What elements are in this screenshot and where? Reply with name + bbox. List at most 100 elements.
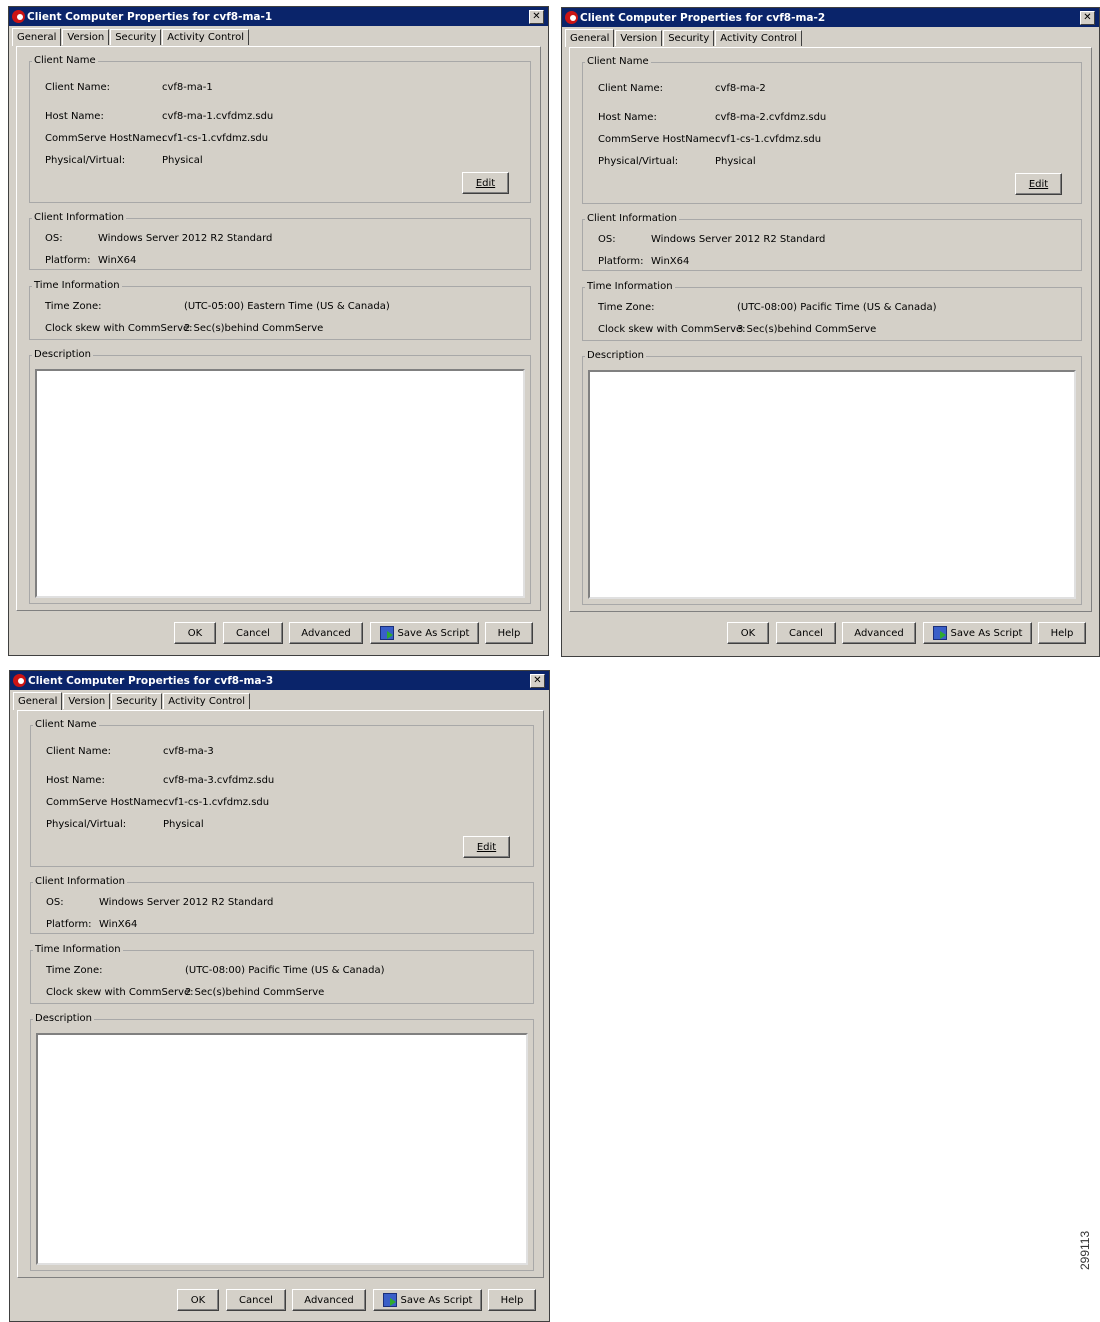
script-icon — [379, 626, 394, 640]
save-as-script-label: Save As Script — [397, 627, 470, 639]
time-info-legend: Time Information — [585, 281, 675, 293]
clock-skew-value: 2 Sec(s)behind CommServe — [185, 987, 325, 998]
commserve-label: CommServe HostName: — [45, 133, 166, 144]
advanced-label: Advanced — [304, 1294, 354, 1306]
cancel-label: Cancel — [236, 627, 270, 639]
clock-skew-label: Clock skew with CommServe: — [46, 987, 194, 998]
title-bar[interactable]: Client Computer Properties for cvf8-ma-1… — [9, 7, 548, 26]
advanced-button[interactable]: Advanced — [289, 622, 363, 644]
description-textarea[interactable] — [588, 370, 1076, 599]
general-panel: Client Name Client Name: cvf8-ma-2 Host … — [569, 47, 1092, 612]
save-as-script-button[interactable]: Save As Script — [370, 622, 479, 644]
tab-activity-control[interactable]: Activity Control — [163, 693, 251, 709]
description-textarea[interactable] — [36, 1033, 528, 1265]
time-info-group: Time Information Time Zone: (UTC-05:00) … — [29, 280, 531, 340]
script-icon — [382, 1293, 397, 1307]
tab-security[interactable]: Security — [663, 30, 715, 46]
cancel-button[interactable]: Cancel — [223, 622, 283, 644]
tab-security[interactable]: Security — [110, 29, 162, 45]
tab-strip: General Version Security Activity Contro… — [12, 27, 250, 46]
client-name-label: Client Name: — [46, 746, 111, 757]
tab-general[interactable]: General — [12, 28, 62, 46]
ok-button[interactable]: OK — [174, 622, 216, 644]
client-name-legend: Client Name — [32, 55, 98, 67]
dialog-cvf8-ma-3: Client Computer Properties for cvf8-ma-3… — [9, 670, 550, 1322]
client-info-legend: Client Information — [585, 213, 680, 225]
window-title: Client Computer Properties for cvf8-ma-1 — [27, 10, 273, 23]
time-zone-value: (UTC-08:00) Pacific Time (US & Canada) — [737, 302, 937, 313]
figure-id: 299113 — [1078, 1230, 1092, 1270]
host-name-label: Host Name: — [46, 775, 105, 786]
close-icon[interactable]: ✕ — [529, 9, 544, 24]
script-icon — [932, 626, 947, 640]
client-name-label: Client Name: — [598, 83, 663, 94]
app-logo-icon — [12, 10, 25, 23]
help-button[interactable]: Help — [485, 622, 533, 644]
save-as-script-label: Save As Script — [950, 627, 1023, 639]
description-legend: Description — [585, 350, 646, 362]
cancel-button[interactable]: Cancel — [776, 622, 836, 644]
time-info-legend: Time Information — [32, 280, 122, 292]
ok-button[interactable]: OK — [727, 622, 769, 644]
save-as-script-button[interactable]: Save As Script — [923, 622, 1032, 644]
title-bar[interactable]: Client Computer Properties for cvf8-ma-2… — [562, 8, 1099, 27]
window-title: Client Computer Properties for cvf8-ma-3 — [28, 674, 274, 687]
edit-button[interactable]: Edit — [462, 172, 509, 194]
commserve-value: cvf1-cs-1.cvfdmz.sdu — [162, 133, 269, 144]
cancel-button[interactable]: Cancel — [226, 1289, 286, 1311]
tab-security[interactable]: Security — [111, 693, 163, 709]
ok-label: OK — [187, 627, 203, 639]
close-icon[interactable]: ✕ — [530, 673, 545, 688]
cancel-label: Cancel — [239, 1294, 273, 1306]
time-info-group: Time Information Time Zone: (UTC-08:00) … — [30, 944, 534, 1004]
edit-button[interactable]: Edit — [463, 836, 510, 858]
general-panel: Client Name Client Name: cvf8-ma-1 Host … — [16, 46, 541, 611]
client-name-value: cvf8-ma-2 — [715, 83, 766, 94]
advanced-label: Advanced — [301, 627, 351, 639]
client-info-legend: Client Information — [33, 876, 128, 888]
os-label: OS: — [598, 234, 616, 245]
tab-activity-control[interactable]: Activity Control — [715, 30, 803, 46]
help-button[interactable]: Help — [488, 1289, 536, 1311]
clock-skew-value: 3 Sec(s)behind CommServe — [737, 324, 877, 335]
help-label: Help — [1050, 627, 1074, 639]
tab-activity-control[interactable]: Activity Control — [162, 29, 250, 45]
ok-label: OK — [740, 627, 756, 639]
clock-skew-label: Clock skew with CommServe: — [45, 323, 193, 334]
tab-general[interactable]: General — [565, 29, 615, 47]
description-legend: Description — [33, 1013, 94, 1025]
advanced-button[interactable]: Advanced — [292, 1289, 366, 1311]
edit-label: Edit — [476, 841, 497, 853]
close-icon[interactable]: ✕ — [1080, 10, 1095, 25]
commserve-value: cvf1-cs-1.cvfdmz.sdu — [163, 797, 270, 808]
client-name-group: Client Name Client Name: cvf8-ma-3 Host … — [30, 719, 534, 867]
client-name-legend: Client Name — [585, 56, 651, 68]
physical-virtual-value: Physical — [163, 819, 204, 830]
dialog-cvf8-ma-1: Client Computer Properties for cvf8-ma-1… — [8, 6, 549, 656]
tab-version[interactable]: Version — [615, 30, 663, 46]
ok-button[interactable]: OK — [177, 1289, 219, 1311]
save-as-script-button[interactable]: Save As Script — [373, 1289, 482, 1311]
time-zone-value: (UTC-05:00) Eastern Time (US & Canada) — [184, 301, 390, 312]
tab-general[interactable]: General — [13, 692, 63, 710]
tab-version[interactable]: Version — [63, 693, 111, 709]
os-label: OS: — [46, 897, 64, 908]
platform-label: Platform: — [45, 255, 91, 266]
advanced-label: Advanced — [854, 627, 904, 639]
advanced-button[interactable]: Advanced — [842, 622, 916, 644]
edit-button[interactable]: Edit — [1015, 173, 1062, 195]
app-logo-icon — [13, 674, 26, 687]
title-bar[interactable]: Client Computer Properties for cvf8-ma-3… — [10, 671, 549, 690]
time-zone-label: Time Zone: — [45, 301, 102, 312]
description-textarea[interactable] — [35, 369, 525, 598]
help-label: Help — [497, 627, 521, 639]
time-zone-value: (UTC-08:00) Pacific Time (US & Canada) — [185, 965, 385, 976]
physical-virtual-label: Physical/Virtual: — [46, 819, 127, 830]
dialog-cvf8-ma-2: Client Computer Properties for cvf8-ma-2… — [561, 7, 1100, 657]
client-info-group: Client Information OS: Windows Server 20… — [30, 876, 534, 934]
os-label: OS: — [45, 233, 63, 244]
client-name-value: cvf8-ma-1 — [162, 82, 213, 93]
client-name-group: Client Name Client Name: cvf8-ma-2 Host … — [582, 56, 1082, 204]
help-button[interactable]: Help — [1038, 622, 1086, 644]
tab-version[interactable]: Version — [62, 29, 110, 45]
